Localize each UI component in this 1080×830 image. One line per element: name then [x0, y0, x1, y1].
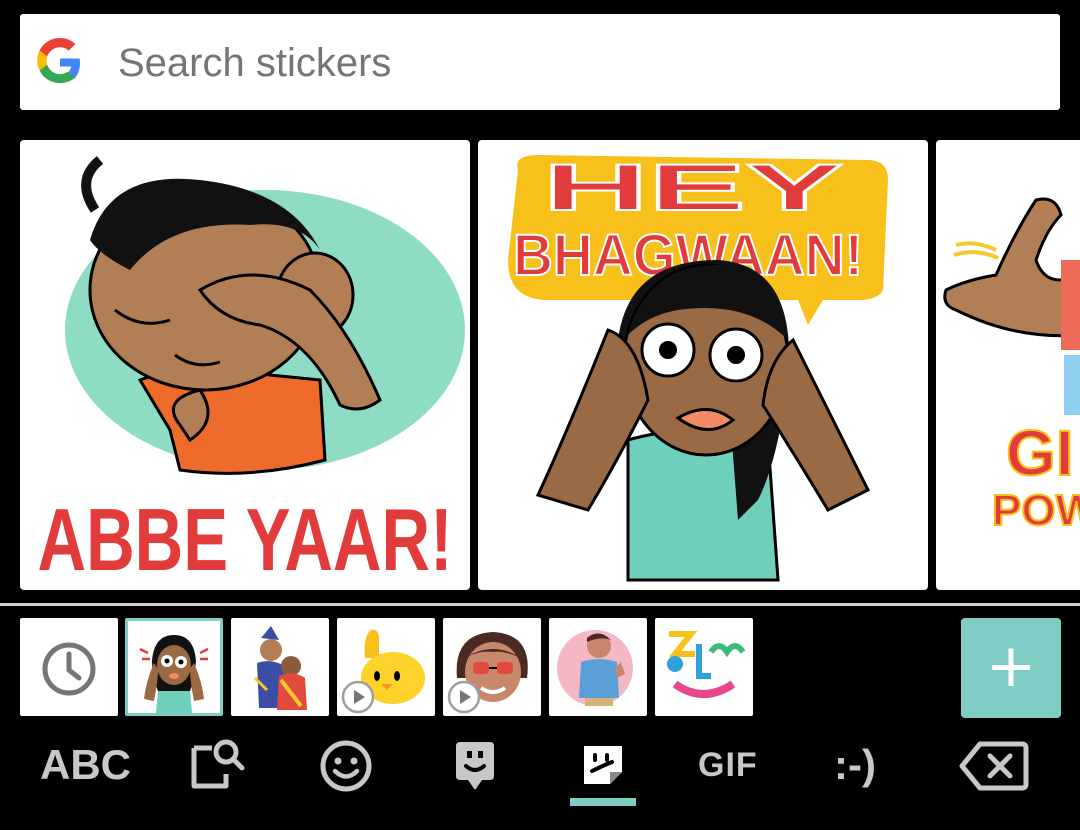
pack-thumbs-up-man[interactable] — [549, 618, 647, 716]
search-input[interactable] — [118, 40, 1018, 86]
sticker-hey-bhagwaan[interactable]: HEY BHAGWAAN! — [478, 140, 928, 590]
pack-yellow-blob[interactable] — [337, 618, 435, 716]
search-bar[interactable] — [20, 14, 1060, 110]
pack-royal-couple-thumb — [253, 626, 307, 710]
pack-royal-couple[interactable] — [231, 618, 329, 716]
abc-keyboard-button[interactable]: ABC — [40, 741, 131, 789]
gif-tab[interactable]: GIF — [698, 745, 758, 785]
clock-icon — [42, 642, 96, 696]
sticker-search-icon[interactable] — [186, 736, 246, 792]
backspace-icon[interactable] — [958, 738, 1030, 794]
google-logo-icon — [37, 38, 80, 83]
pack-hey-bhagwaan-thumb — [139, 635, 209, 713]
sticker-hey-caption-line1: HEY — [543, 150, 843, 224]
bitmoji-icon[interactable] — [450, 738, 500, 794]
sticker-girl-power-caption-line2: POW — [992, 486, 1080, 535]
play-icon — [341, 680, 375, 714]
sticker-girl-power-caption-line1: GI — [1006, 417, 1074, 489]
add-sticker-pack-button[interactable]: + — [961, 618, 1061, 718]
emoji-icon[interactable] — [318, 738, 374, 794]
sticker-abbe-yaar[interactable]: ABBE YAAR! — [20, 140, 470, 590]
play-icon — [447, 680, 481, 714]
sticker-girl-power[interactable]: GI POW — [936, 140, 1080, 590]
sticker-hey-bhagwaan-art: HEY BHAGWAAN! — [508, 149, 888, 582]
stickers-tab-icon[interactable] — [576, 738, 630, 792]
active-tab-indicator — [570, 798, 636, 806]
pack-thumbs-up-man-thumb — [557, 630, 633, 706]
sticker-abbe-yaar-caption: ABBE YAAR! — [38, 490, 453, 589]
divider — [0, 603, 1080, 606]
pack-colorful-face-thumb — [667, 631, 746, 698]
sticker-abbe-yaar-art: ABBE YAAR! — [38, 156, 465, 589]
recent-stickers-tab[interactable] — [20, 618, 118, 716]
emoticon-tab[interactable]: :-) — [834, 741, 876, 789]
pack-colorful-face[interactable] — [655, 618, 753, 716]
sticker-girl-power-art: GI POW — [943, 197, 1080, 536]
add-icon: + — [985, 631, 1037, 701]
pack-hey-bhagwaan[interactable] — [125, 618, 223, 716]
pack-sunglasses-lady[interactable] — [443, 618, 541, 716]
